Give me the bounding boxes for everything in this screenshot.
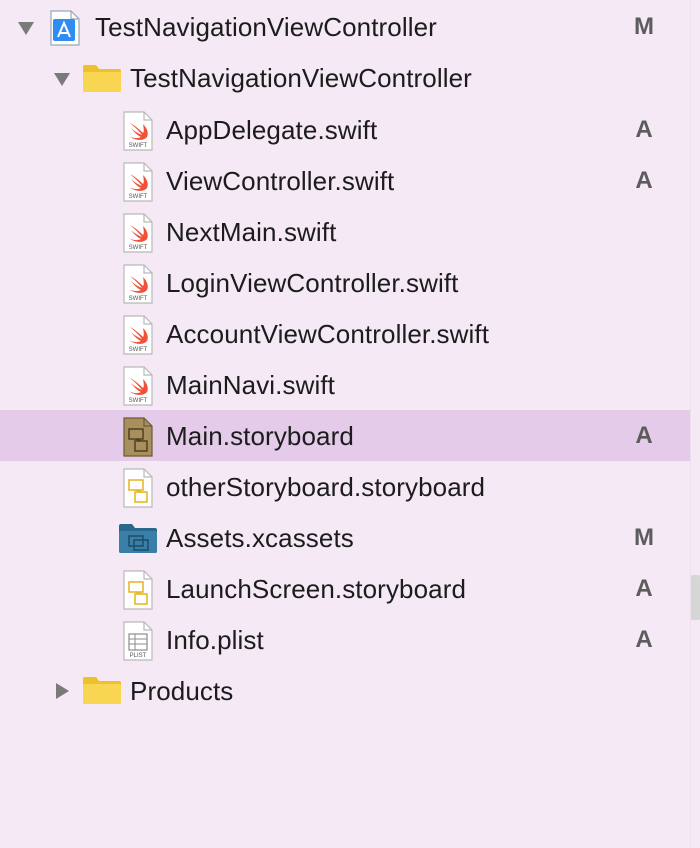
project-label: TestNavigationViewController [95,12,437,42]
status-badge: A [635,422,653,449]
tree-row-file[interactable]: SWIFT MainNavi.swift [0,359,690,410]
tree-row-file[interactable]: SWIFT LoginViewController.swift [0,257,690,308]
swift-file-icon: SWIFT [120,111,154,156]
storyboard-file-icon [120,570,154,615]
icon-caption: SWIFT [129,245,148,251]
tree-row-products[interactable]: Products [0,665,690,716]
group-label: TestNavigationViewController [130,63,472,93]
tree-row-file-selected[interactable]: Main.storyboard A [0,410,690,461]
project-navigator: TestNavigationViewController M TestNavig… [0,0,690,848]
file-label: otherStoryboard.storyboard [166,472,486,502]
disclosure-expanded-icon[interactable] [52,69,72,89]
icon-caption: SWIFT [129,398,148,404]
swift-file-icon: SWIFT [120,366,154,411]
products-label: Products [130,676,234,706]
icon-caption: SWIFT [129,296,148,302]
file-label: Info.plist [166,625,264,655]
tree-row-file[interactable]: SWIFT NextMain.swift [0,206,690,257]
tree-row-file[interactable]: otherStoryboard.storyboard [0,461,690,512]
swift-file-icon: SWIFT [120,264,154,309]
status-badge: M [634,524,654,551]
status-badge: A [635,626,653,653]
swift-file-icon: SWIFT [120,162,154,207]
icon-caption: SWIFT [129,194,148,200]
tree-row-group[interactable]: TestNavigationViewController [0,53,690,104]
asset-catalog-icon [118,522,158,559]
file-label: NextMain.swift [166,217,337,247]
storyboard-file-icon [120,468,154,513]
tree-row-project[interactable]: TestNavigationViewController M [0,2,690,53]
file-label: Assets.xcassets [166,523,354,553]
file-label: Main.storyboard [166,421,354,451]
icon-caption: SWIFT [129,347,148,353]
tree-row-file[interactable]: LaunchScreen.storyboard A [0,563,690,614]
tree-row-file[interactable]: SWIFT AppDelegate.swift A [0,104,690,155]
file-label: ViewController.swift [166,166,395,196]
status-badge: M [634,13,654,40]
swift-file-icon: SWIFT [120,315,154,360]
xcode-project-icon [49,10,81,51]
icon-caption: SWIFT [129,143,148,149]
status-badge: A [635,167,653,194]
status-badge: A [635,116,653,143]
disclosure-expanded-icon[interactable] [16,18,36,38]
icon-caption: PLIST [130,653,147,659]
file-label: LoginViewController.swift [166,268,459,298]
tree-row-file[interactable]: SWIFT AccountViewController.swift [0,308,690,359]
folder-icon [82,675,122,710]
tree-row-file[interactable]: PLIST Info.plist A [0,614,690,665]
tree-row-file[interactable]: Assets.xcassets M [0,512,690,563]
storyboard-file-icon [120,417,154,462]
folder-icon [82,63,122,98]
file-label: MainNavi.swift [166,370,335,400]
scroll-track [690,0,691,848]
tree-row-file[interactable]: SWIFT ViewController.swift A [0,155,690,206]
scrollbar-thumb[interactable] [691,575,700,620]
file-label: LaunchScreen.storyboard [166,574,467,604]
swift-file-icon: SWIFT [120,213,154,258]
status-badge: A [635,575,653,602]
disclosure-collapsed-icon[interactable] [52,681,72,701]
file-label: AppDelegate.swift [166,115,378,145]
file-label: AccountViewController.swift [166,319,490,349]
plist-file-icon: PLIST [120,621,154,666]
